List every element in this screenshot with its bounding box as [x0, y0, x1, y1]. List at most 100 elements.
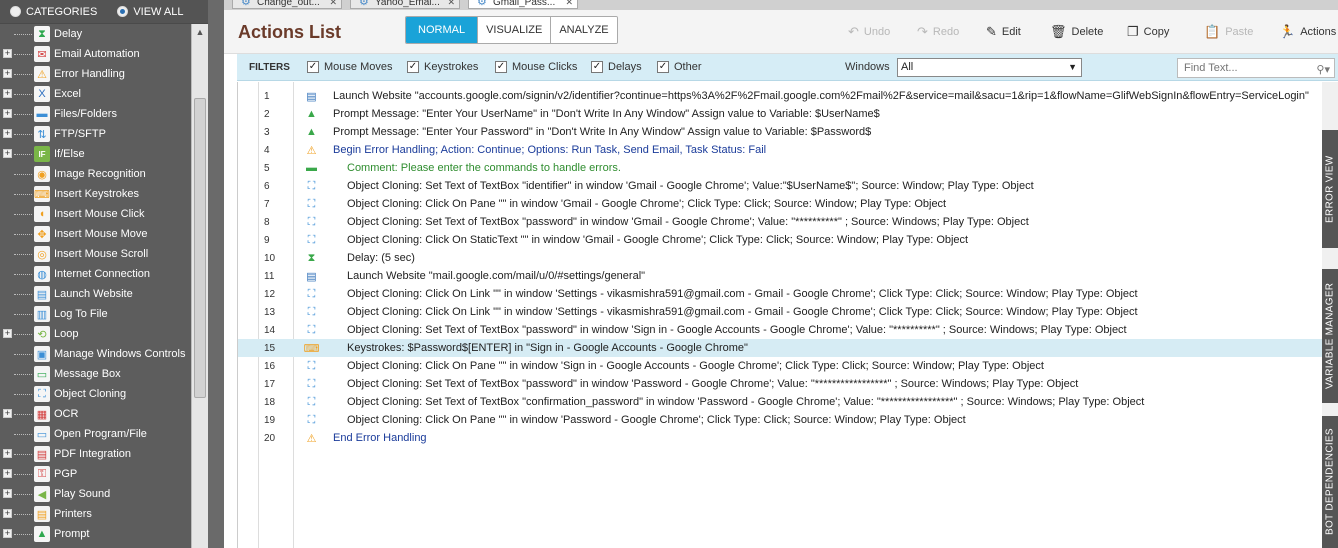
sidebar-item-launch-website[interactable]: ▤ Launch Website — [0, 284, 208, 304]
action-row[interactable]: 13 ⛶ Object Cloning: Click On Link "" in w… — [238, 303, 1323, 321]
scroll-up-icon[interactable]: ▲ — [192, 24, 208, 41]
side-tab-variable-manager[interactable]: VARIABLE MANAGER — [1322, 269, 1338, 403]
action-row[interactable]: 2 ▲ Prompt Message: "Enter Your UserName" … — [238, 105, 1323, 123]
delete-button[interactable]: 🗑 Delete — [1050, 24, 1103, 40]
sidebar-item-play-sound[interactable]: + ◀ Play Sound — [0, 484, 208, 504]
action-row[interactable]: 20 ⚠ End Error Handling — [238, 429, 1323, 447]
paste-button[interactable]: 📋 Paste — [1204, 24, 1253, 40]
sidebar-item-loop[interactable]: + ⟲ Loop — [0, 324, 208, 344]
undo-button[interactable]: ↶ Undo — [848, 24, 890, 40]
action-row[interactable]: 9 ⛶ Object Cloning: Click On StaticText ""… — [238, 231, 1323, 249]
sidebar-item-email-automation[interactable]: + ✉ Email Automation — [0, 44, 208, 64]
categories-radio[interactable]: CATEGORIES — [10, 6, 97, 18]
filter-mouse-clicks-checkbox[interactable]: ✓ Mouse Clicks — [495, 61, 577, 73]
printer-icon: ▤ — [34, 506, 50, 522]
sidebar-item-manage-windows-controls[interactable]: ▣ Manage Windows Controls — [0, 344, 208, 364]
expand-icon[interactable]: + — [3, 49, 12, 58]
checkbox-icon[interactable]: ✓ — [657, 61, 669, 73]
tab-gmail-pass[interactable]: ⚙ Gmail_Pass... ✕ — [468, 0, 578, 9]
find-text-input[interactable] — [1184, 62, 1304, 74]
sidebar-item-ocr[interactable]: + ▦ OCR — [0, 404, 208, 424]
sidebar-item-delay[interactable]: ⧗ Delay — [0, 24, 208, 44]
filter-keystrokes-checkbox[interactable]: ✓ Keystrokes — [407, 61, 478, 73]
expand-icon[interactable]: + — [3, 489, 12, 498]
sidebar-item-image-recognition[interactable]: ◉ Image Recognition — [0, 164, 208, 184]
view-all-radio[interactable]: VIEW ALL — [117, 6, 183, 18]
filter-delays-checkbox[interactable]: ✓ Delays — [591, 61, 642, 73]
filter-other-checkbox[interactable]: ✓ Other — [657, 61, 702, 73]
action-row[interactable]: 12 ⛶ Object Cloning: Click On Link "" in w… — [238, 285, 1323, 303]
side-tab-error-view[interactable]: ERROR VIEW — [1322, 130, 1338, 248]
sidebar-item-files-folders[interactable]: + ▬ Files/Folders — [0, 104, 208, 124]
mode-visualize-button[interactable]: VISUALIZE — [478, 17, 552, 43]
expand-icon[interactable]: + — [3, 449, 12, 458]
copy-button[interactable]: ❐ Copy — [1127, 24, 1169, 40]
action-row[interactable]: 4 ⚠ Begin Error Handling; Action: Continue… — [238, 141, 1323, 159]
tab-yahoo-emai[interactable]: ⚙ Yahoo_Emai... ✕ — [350, 0, 460, 9]
expand-icon[interactable]: + — [3, 109, 12, 118]
side-tab-bot-dependencies[interactable]: BOT DEPENDENCIES — [1322, 416, 1338, 548]
action-row[interactable]: 18 ⛶ Object Cloning: Set Text of TextBox "… — [238, 393, 1323, 411]
expand-icon[interactable]: + — [3, 509, 12, 518]
sidebar-item-prompt[interactable]: + ▲ Prompt — [0, 524, 208, 544]
action-row[interactable]: 10 ⧗ Delay: (5 sec) — [238, 249, 1323, 267]
tab-change-out[interactable]: ⚙ Change_out... ✕ — [232, 0, 342, 9]
checkbox-icon[interactable]: ✓ — [307, 61, 319, 73]
sidebar-item-object-cloning[interactable]: ⛶ Object Cloning — [0, 384, 208, 404]
search-icon[interactable]: ⚲▾ — [1316, 61, 1330, 79]
sidebar-item-insert-mouse-click[interactable]: ◖ Insert Mouse Click — [0, 204, 208, 224]
sidebar-item-internet-connection[interactable]: ◍ Internet Connection — [0, 264, 208, 284]
action-row[interactable]: 17 ⛶ Object Cloning: Set Text of TextBox "… — [238, 375, 1323, 393]
action-row[interactable]: 16 ⛶ Object Cloning: Click On Pane "" in w… — [238, 357, 1323, 375]
checkbox-icon[interactable]: ✓ — [407, 61, 419, 73]
expand-icon[interactable]: + — [3, 129, 12, 138]
close-icon[interactable]: ✕ — [329, 0, 337, 8]
close-icon[interactable]: ✕ — [447, 0, 455, 8]
expand-icon[interactable]: + — [3, 329, 12, 338]
sidebar-item-printers[interactable]: + ▤ Printers — [0, 504, 208, 524]
sidebar-item-label: Object Cloning — [54, 388, 127, 400]
action-row[interactable]: 11 ▤ Launch Website "mail.google.com/mail/… — [238, 267, 1323, 285]
windows-select[interactable]: All ▼ — [897, 58, 1082, 77]
expand-icon[interactable]: + — [3, 469, 12, 478]
actions-button[interactable]: 🏃 Actions — [1279, 24, 1336, 40]
redo-button[interactable]: ↷ Redo — [917, 24, 959, 40]
sidebar-item-message-box[interactable]: ▭ Message Box — [0, 364, 208, 384]
close-icon[interactable]: ✕ — [565, 0, 573, 8]
sidebar-item-excel[interactable]: + X Excel — [0, 84, 208, 104]
sidebar-item-ftp-sftp[interactable]: + ⇅ FTP/SFTP — [0, 124, 208, 144]
sidebar-item-open-program-file[interactable]: ▭ Open Program/File — [0, 424, 208, 444]
sidebar-item-insert-keystrokes[interactable]: ⌨ Insert Keystrokes — [0, 184, 208, 204]
action-row[interactable]: 14 ⛶ Object Cloning: Set Text of TextBox "… — [238, 321, 1323, 339]
mode-normal-button[interactable]: NORMAL — [406, 17, 479, 43]
sidebar-splitter[interactable] — [208, 0, 224, 548]
expand-icon[interactable]: + — [3, 149, 12, 158]
expand-icon[interactable]: + — [3, 529, 12, 538]
expand-icon[interactable]: + — [3, 89, 12, 98]
sidebar-item-log-to-file[interactable]: ▥ Log To File — [0, 304, 208, 324]
sidebar-item-pgp[interactable]: + ⚿ PGP — [0, 464, 208, 484]
sidebar-item-pdf-integration[interactable]: + ▤ PDF Integration — [0, 444, 208, 464]
action-row[interactable]: 1 ▤ Launch Website "accounts.google.com/si… — [238, 87, 1323, 105]
action-row[interactable]: 3 ▲ Prompt Message: "Enter Your Password" … — [238, 123, 1323, 141]
action-row[interactable]: 15 ⌨ Keystrokes: $Password$[ENTER] in "Sig… — [238, 339, 1323, 357]
action-row[interactable]: 19 ⛶ Object Cloning: Click On Pane "" in w… — [238, 411, 1323, 429]
edit-button[interactable]: ✎ Edit — [986, 24, 1021, 40]
expand-icon[interactable]: + — [3, 69, 12, 78]
mode-analyze-button[interactable]: ANALYZE — [551, 17, 617, 43]
checkbox-icon[interactable]: ✓ — [591, 61, 603, 73]
action-row[interactable]: 7 ⛶ Object Cloning: Click On Pane "" in wi… — [238, 195, 1323, 213]
action-row[interactable]: 8 ⛶ Object Cloning: Set Text of TextBox "p… — [238, 213, 1323, 231]
sidebar-scrollbar[interactable]: ▲ — [191, 24, 208, 548]
expand-icon[interactable]: + — [3, 409, 12, 418]
filter-mouse-moves-checkbox[interactable]: ✓ Mouse Moves — [307, 61, 392, 73]
action-row[interactable]: 5 ▬ Comment: Please enter the commands to … — [238, 159, 1323, 177]
sidebar-item-error-handling[interactable]: + ⚠ Error Handling — [0, 64, 208, 84]
sidebar-item-insert-mouse-move[interactable]: ✥ Insert Mouse Move — [0, 224, 208, 244]
find-text-field[interactable]: ⚲▾ — [1177, 58, 1335, 78]
scroll-thumb[interactable] — [194, 98, 206, 398]
checkbox-icon[interactable]: ✓ — [495, 61, 507, 73]
sidebar-item-insert-mouse-scroll[interactable]: ◎ Insert Mouse Scroll — [0, 244, 208, 264]
action-row[interactable]: 6 ⛶ Object Cloning: Set Text of TextBox "i… — [238, 177, 1323, 195]
sidebar-item-if-else[interactable]: + IF If/Else — [0, 144, 208, 164]
